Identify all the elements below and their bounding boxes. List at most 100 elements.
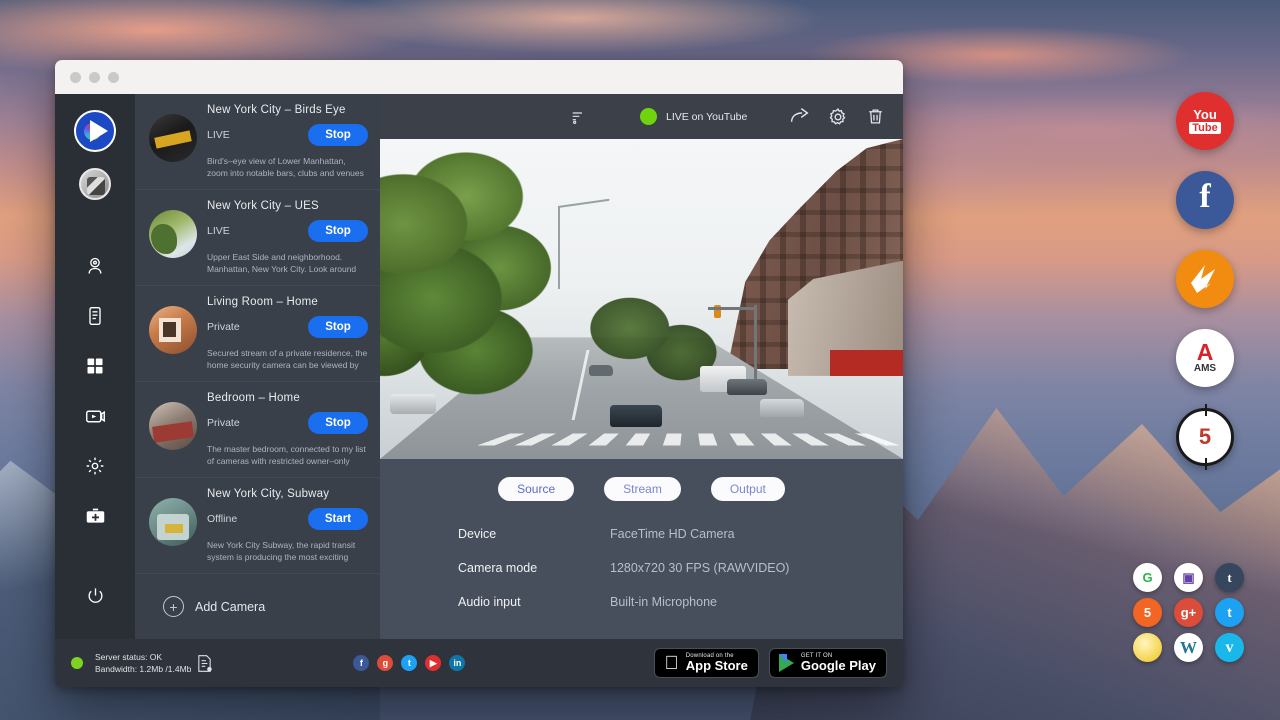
- desktop-icon-grid: G ▣ t 5 g+ t W v: [1133, 563, 1250, 662]
- main-toolbar: LIVE on YouTube: [380, 94, 903, 139]
- desktop-service-icons: You Tube f A AMS 5: [1176, 92, 1234, 466]
- camera-list-item[interactable]: Living Room – Home Private Stop Secured …: [135, 286, 380, 382]
- youtube-icon[interactable]: You Tube: [1176, 92, 1234, 150]
- sidebar-rail: [55, 94, 135, 639]
- server-status-label: Server status: OK: [95, 652, 162, 662]
- twitch-icon[interactable]: ▣: [1174, 563, 1203, 592]
- linkedin-icon[interactable]: in: [449, 655, 465, 671]
- app-logo[interactable]: [74, 110, 116, 152]
- camera-status: Offline: [207, 513, 237, 525]
- google-play-badge[interactable]: GET IT ON Google Play: [769, 648, 887, 678]
- camera-list-item[interactable]: New York City – Birds Eye LIVE Stop Bird…: [135, 94, 380, 190]
- youtube-line1: You: [1193, 108, 1217, 121]
- camera-action-button[interactable]: Stop: [308, 412, 368, 434]
- tab-stream[interactable]: Stream: [604, 477, 681, 501]
- plus-icon: +: [163, 596, 184, 617]
- share-icon[interactable]: [789, 106, 810, 127]
- ams-label: AMS: [1194, 363, 1216, 374]
- play-triangle-icon: [90, 120, 108, 142]
- youtube-icon[interactable]: ▶: [425, 655, 441, 671]
- bandwidth-label: Bandwidth: 1.2Mb /1.4Mb: [95, 664, 191, 674]
- camera-thumbnail: [149, 498, 197, 546]
- five-target-icon[interactable]: 5: [1176, 408, 1234, 466]
- sidebar-item-dashboard[interactable]: [75, 346, 115, 386]
- camera-action-button[interactable]: Stop: [308, 220, 368, 242]
- app-store-badge[interactable]:  Download on the App Store: [654, 648, 758, 678]
- camera-title: New York City – UES: [207, 200, 368, 212]
- camera-action-button[interactable]: Start: [308, 508, 368, 530]
- add-camera-button[interactable]: + Add Camera: [135, 574, 380, 639]
- settings-tabs: Source Stream Output: [380, 459, 903, 501]
- camera-description: The master bedroom, connected to my list…: [207, 443, 368, 467]
- sidebar-item-devices[interactable]: [75, 296, 115, 336]
- detail-value[interactable]: 1280x720 30 FPS (RAWVIDEO): [610, 561, 789, 575]
- camera-title: Bedroom – Home: [207, 392, 368, 404]
- server-status-dot: [71, 657, 83, 669]
- detail-label: Device: [458, 527, 610, 541]
- twitter-icon[interactable]: t: [1215, 598, 1244, 627]
- camera-title: New York City, Subway: [207, 488, 368, 500]
- desktop-background: New York City – Birds Eye LIVE Stop Bird…: [0, 0, 1280, 720]
- main-content: LIVE on YouTube: [380, 94, 903, 639]
- sidebar-item-cameras[interactable]: [75, 246, 115, 286]
- camera-list-item[interactable]: New York City, Subway Offline Start New …: [135, 478, 380, 574]
- tab-output[interactable]: Output: [711, 477, 785, 501]
- detail-value[interactable]: FaceTime HD Camera: [610, 527, 735, 541]
- power-icon[interactable]: [75, 575, 115, 615]
- detail-label: Audio input: [458, 595, 610, 609]
- camera-action-button[interactable]: Stop: [308, 316, 368, 338]
- facebook-icon[interactable]: f: [353, 655, 369, 671]
- trash-icon[interactable]: [866, 107, 885, 126]
- google-plus-icon[interactable]: g+: [1174, 598, 1203, 627]
- camera-thumbnail: [149, 306, 197, 354]
- wordpress-icon[interactable]: W: [1174, 633, 1203, 662]
- apple-icon: : [664, 654, 678, 673]
- adobe-ams-icon[interactable]: A AMS: [1176, 329, 1234, 387]
- source-details: Device FaceTime HD Camera Camera mode 12…: [380, 501, 903, 629]
- sidebar-item-recordings[interactable]: [75, 396, 115, 436]
- facebook-icon[interactable]: f: [1176, 171, 1234, 229]
- camera-list-scroll[interactable]: New York City – Birds Eye LIVE Stop Bird…: [135, 94, 380, 639]
- close-button[interactable]: [70, 72, 81, 83]
- vimeo-icon[interactable]: v: [1215, 633, 1244, 662]
- camera-list-item[interactable]: New York City – UES LIVE Stop Upper East…: [135, 190, 380, 286]
- document-info-icon[interactable]: [196, 654, 213, 673]
- camera-description: Secured stream of a private residence, t…: [207, 347, 368, 371]
- camera-title: New York City – Birds Eye: [207, 104, 368, 116]
- minimize-button[interactable]: [89, 72, 100, 83]
- sidebar-item-support[interactable]: [75, 496, 115, 536]
- filter-icon[interactable]: [570, 109, 586, 125]
- user-avatar[interactable]: [79, 168, 111, 200]
- app-store-label: App Store: [686, 659, 748, 673]
- g-icon[interactable]: G: [1133, 563, 1162, 592]
- tab-source[interactable]: Source: [498, 477, 574, 501]
- zoom-button[interactable]: [108, 72, 119, 83]
- five-icon[interactable]: 5: [1133, 598, 1162, 627]
- google-play-label: Google Play: [801, 659, 876, 673]
- live-status-label: LIVE on YouTube: [666, 111, 747, 123]
- youtube-line2: Tube: [1189, 122, 1220, 134]
- camera-preview-video[interactable]: [380, 139, 903, 459]
- camera-action-button[interactable]: Stop: [308, 124, 368, 146]
- camera-list-item[interactable]: Bedroom – Home Private Stop The master b…: [135, 382, 380, 478]
- wowza-icon[interactable]: [1176, 250, 1234, 308]
- detail-row: Audio input Built-in Microphone: [458, 595, 903, 609]
- camera-status: Private: [207, 321, 240, 333]
- add-camera-label: Add Camera: [195, 600, 265, 614]
- adobe-a-letter: A: [1197, 342, 1214, 363]
- status-bar: Server status: OK Bandwidth: 1.2Mb /1.4M…: [55, 639, 903, 687]
- detail-value[interactable]: Built-in Microphone: [610, 595, 717, 609]
- gear-icon[interactable]: [828, 107, 848, 127]
- camera-status: LIVE: [207, 129, 230, 141]
- sun-icon[interactable]: [1133, 633, 1162, 662]
- camera-list-panel: New York City – Birds Eye LIVE Stop Bird…: [135, 94, 380, 639]
- tumblr-icon[interactable]: t: [1215, 563, 1244, 592]
- live-status: LIVE on YouTube: [640, 108, 747, 125]
- camera-description: Upper East Side and neighborhood. Manhat…: [207, 251, 368, 275]
- google-play-icon: [779, 654, 794, 672]
- google-plus-icon[interactable]: g: [377, 655, 393, 671]
- twitter-icon[interactable]: t: [401, 655, 417, 671]
- detail-row: Device FaceTime HD Camera: [458, 527, 903, 541]
- sidebar-item-settings[interactable]: [75, 446, 115, 486]
- camera-title: Living Room – Home: [207, 296, 368, 308]
